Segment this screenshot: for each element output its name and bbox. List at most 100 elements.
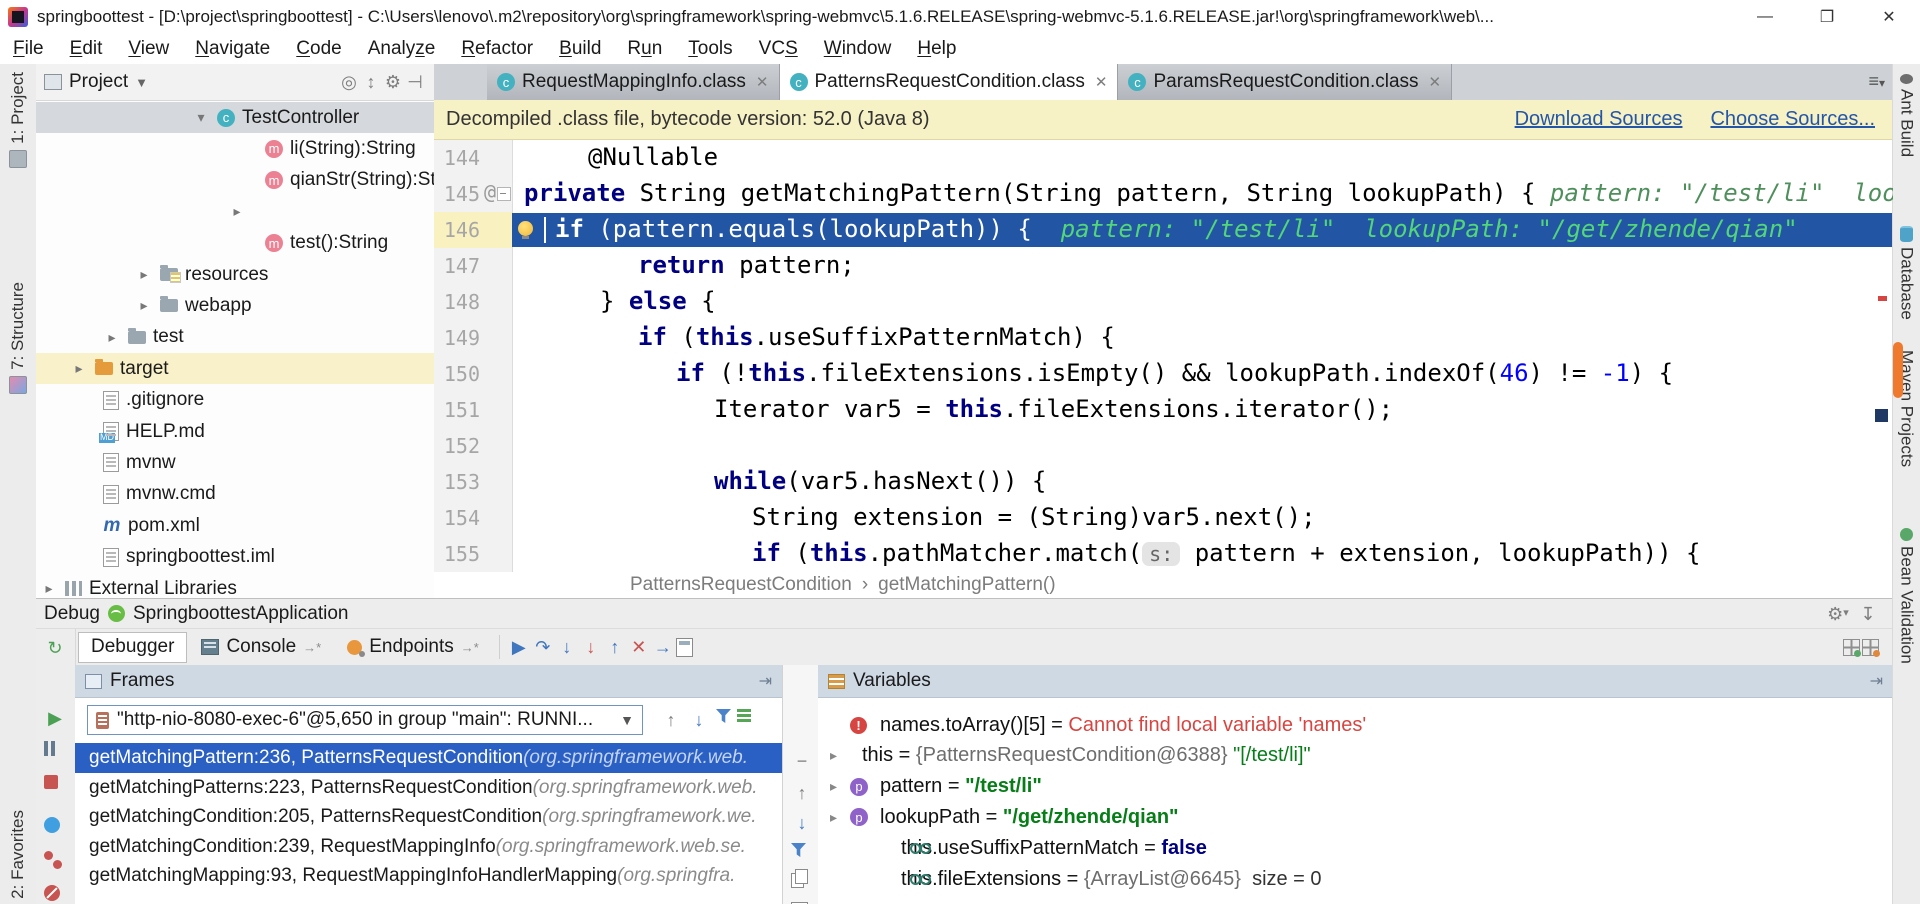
hide-icon[interactable]: ⊣ [404, 71, 426, 93]
step-into-icon[interactable]: ↓ [556, 636, 578, 658]
code-line-145[interactable]: 145 @ private String getMatchingPattern(St… [434, 176, 1893, 212]
mute-breakpoints-icon[interactable] [44, 885, 60, 901]
copy-icon[interactable] [791, 869, 808, 888]
show-execution-point-icon[interactable]: ▶ [508, 636, 530, 658]
variables-hide-icon[interactable]: ⇥ [1870, 671, 1883, 691]
frame-row-4[interactable]: getMatchingCondition:239, RequestMapping… [75, 832, 782, 862]
code-line-153[interactable]: 153 while(var5.hasNext()) { [434, 464, 1893, 500]
evaluate-expression-icon[interactable] [675, 637, 693, 657]
thread-selector[interactable]: "http-nio-8080-exec-6"@5,650 in group "m… [87, 705, 643, 735]
tree-item-resources[interactable]: ▸ resources [36, 259, 434, 290]
tree-item-qianstr-string-string[interactable]: qianStr(String):String [36, 165, 434, 196]
tool-button-database[interactable]: Database [1893, 226, 1920, 320]
force-step-into-icon[interactable]: ↓ [580, 636, 602, 658]
chevron-right-icon[interactable]: ▸ [135, 297, 153, 314]
maximize-button[interactable]: ❐ [1796, 0, 1858, 34]
menu-item-window[interactable]: Window [811, 38, 905, 60]
step-out-icon[interactable]: ↑ [604, 636, 626, 658]
frame-down-icon[interactable]: ↓ [688, 709, 710, 731]
filter-frames-icon[interactable] [716, 709, 731, 723]
hide-debug-window-icon[interactable]: ↧ [1857, 603, 1879, 625]
hidden-tabs-icon[interactable]: ≡▾ [1868, 71, 1885, 92]
banner-link-download-sources[interactable]: Download Sources [1515, 108, 1683, 131]
banner-link-choose-sources[interactable]: Choose Sources... [1710, 108, 1875, 131]
tree-item-mvnw-cmd[interactable]: mvnw.cmd [36, 479, 434, 510]
step-over-icon[interactable]: ↷ [532, 636, 554, 658]
code-line-150[interactable]: 150 if (!this.fileExtensions.isEmpty() &&… [434, 356, 1893, 392]
editor-tab-requestmappinginfo-class[interactable]: RequestMappingInfo.class ✕ [487, 64, 780, 100]
chevron-right-icon[interactable]: ▸ [830, 809, 837, 826]
code-line-155[interactable]: 155 if (this.pathMatcher.match(s: pattern… [434, 536, 1893, 572]
menu-item-refactor[interactable]: Refactor [448, 38, 546, 60]
menu-item-tools[interactable]: Tools [675, 38, 745, 60]
tool-button-structure[interactable]: 7: Structure [0, 282, 36, 400]
close-button[interactable]: ✕ [1858, 0, 1920, 34]
menu-item-edit[interactable]: Edit [57, 38, 116, 60]
frames-hide-icon[interactable]: ⇥ [759, 671, 772, 691]
menu-item-build[interactable]: Build [546, 38, 614, 60]
menu-item-vcs[interactable]: VCS [746, 38, 811, 60]
tree-item-testcontroller[interactable]: ▾ TestController [36, 102, 434, 133]
debug-tab-endpoints[interactable]: Endpoints →* [335, 633, 491, 662]
variable-row-lookuppath[interactable]: ▸ lookupPath = "/get/zhende/qian" [818, 802, 1893, 832]
menu-item-view[interactable]: View [115, 38, 182, 60]
breadcrumb-item-patternsrequestcondition[interactable]: PatternsRequestCondition [630, 574, 852, 596]
menu-item-navigate[interactable]: Navigate [182, 38, 283, 60]
restore-layout-icon[interactable] [1862, 638, 1880, 657]
chevron-right-icon[interactable]: ▸ [228, 203, 246, 220]
menu-item-analyze[interactable]: Analyze [355, 38, 449, 60]
filter-icon[interactable] [791, 843, 806, 857]
view-breakpoints-icon[interactable] [44, 851, 62, 869]
code-line-146[interactable]: 146 if (pattern.equals(lookupPath)) { pat… [434, 212, 1893, 248]
tree-item-gitignore[interactable]: .gitignore [36, 385, 434, 416]
minimize-button[interactable]: — [1734, 0, 1796, 34]
editor-tab-paramsrequestcondition-class[interactable]: ParamsRequestCondition.class ✕ [1118, 64, 1453, 100]
code-line-151[interactable]: 151 Iterator var5 = this.fileExtensions.i… [434, 392, 1893, 428]
expand-all-icon[interactable]: ↕ [360, 71, 382, 93]
chevron-down-icon[interactable]: ▾ [192, 109, 210, 126]
frame-up-icon[interactable]: ↑ [660, 709, 682, 731]
annotation-gutter-icon[interactable]: @ [484, 180, 496, 204]
tree-item-help-md[interactable]: HELP.md [36, 416, 434, 447]
variable-row-this-fileextensions[interactable]: this.fileExtensions = {ArrayList@6645} s… [818, 864, 1893, 894]
menu-item-run[interactable]: Run [614, 38, 675, 60]
chevron-right-icon[interactable]: ▸ [103, 329, 121, 346]
resume-icon[interactable]: ▶ [44, 707, 66, 729]
intention-bulb-icon[interactable] [518, 221, 533, 239]
remove-watch-icon[interactable]: − [791, 750, 813, 772]
code-line-148[interactable]: 148} else { [434, 284, 1893, 320]
tool-button-bean-validation[interactable]: Bean Validation [1893, 528, 1920, 664]
menu-item-help[interactable]: Help [904, 38, 969, 60]
variable-row-this[interactable]: ▸ this = {PatternsRequestCondition@6388} … [818, 741, 1893, 771]
run-to-cursor-icon[interactable]: → [652, 636, 674, 658]
tree-item-springboottest-iml[interactable]: springboottest.iml [36, 542, 434, 573]
close-tab-icon[interactable]: ✕ [1429, 73, 1442, 91]
tree-item-webapp[interactable]: ▸ webapp [36, 290, 434, 321]
chevron-right-icon[interactable]: ▸ [830, 747, 837, 764]
code-line-149[interactable]: 149 if (this.useSuffixPatternMatch) { [434, 320, 1893, 356]
tree-item-pom-xml[interactable]: pom.xml [36, 510, 434, 541]
frame-row-1[interactable]: getMatchingPattern:236, PatternsRequestC… [75, 743, 782, 773]
frame-row-5[interactable]: getMatchingMapping:93, RequestMappingInf… [75, 861, 782, 891]
move-down-icon[interactable]: ↓ [791, 812, 813, 834]
tree-item-test-string[interactable]: test():String [36, 228, 434, 259]
tree-item-target[interactable]: ▸ target [36, 353, 434, 385]
code-editor[interactable]: 144 @Nullable 145 @ private String getMatchi… [434, 140, 1893, 572]
chevron-right-icon[interactable]: ▸ [70, 360, 88, 377]
variable-row-this-usesuffixpatternmatch[interactable]: this.useSuffixPatternMatch = false [818, 833, 1893, 863]
debug-tab-debugger[interactable]: Debugger [78, 631, 188, 663]
frame-row-2[interactable]: getMatchingPatterns:223, PatternsRequest… [75, 773, 782, 803]
chevron-right-icon[interactable]: ▸ [830, 778, 837, 795]
rerun-icon[interactable]: ↻ [44, 637, 66, 659]
project-view-dropdown-icon[interactable]: ▼ [135, 75, 148, 90]
locate-icon[interactable]: ◎ [338, 71, 360, 93]
tree-item-li-string-string[interactable]: li(String):String [36, 133, 434, 164]
tree-item-mvnw[interactable]: mvnw [36, 447, 434, 478]
tool-button-project[interactable]: 1: Project [0, 72, 36, 174]
fold-marker-icon[interactable] [497, 187, 511, 201]
layout-settings-icon[interactable] [1843, 638, 1861, 657]
variable-row-pattern[interactable]: ▸ pattern = "/test/li" [818, 772, 1893, 802]
close-tab-icon[interactable]: ✕ [1095, 73, 1108, 91]
drop-frame-icon[interactable]: ✕ [628, 636, 650, 658]
tree-item-test[interactable]: ▸ test [36, 322, 434, 353]
